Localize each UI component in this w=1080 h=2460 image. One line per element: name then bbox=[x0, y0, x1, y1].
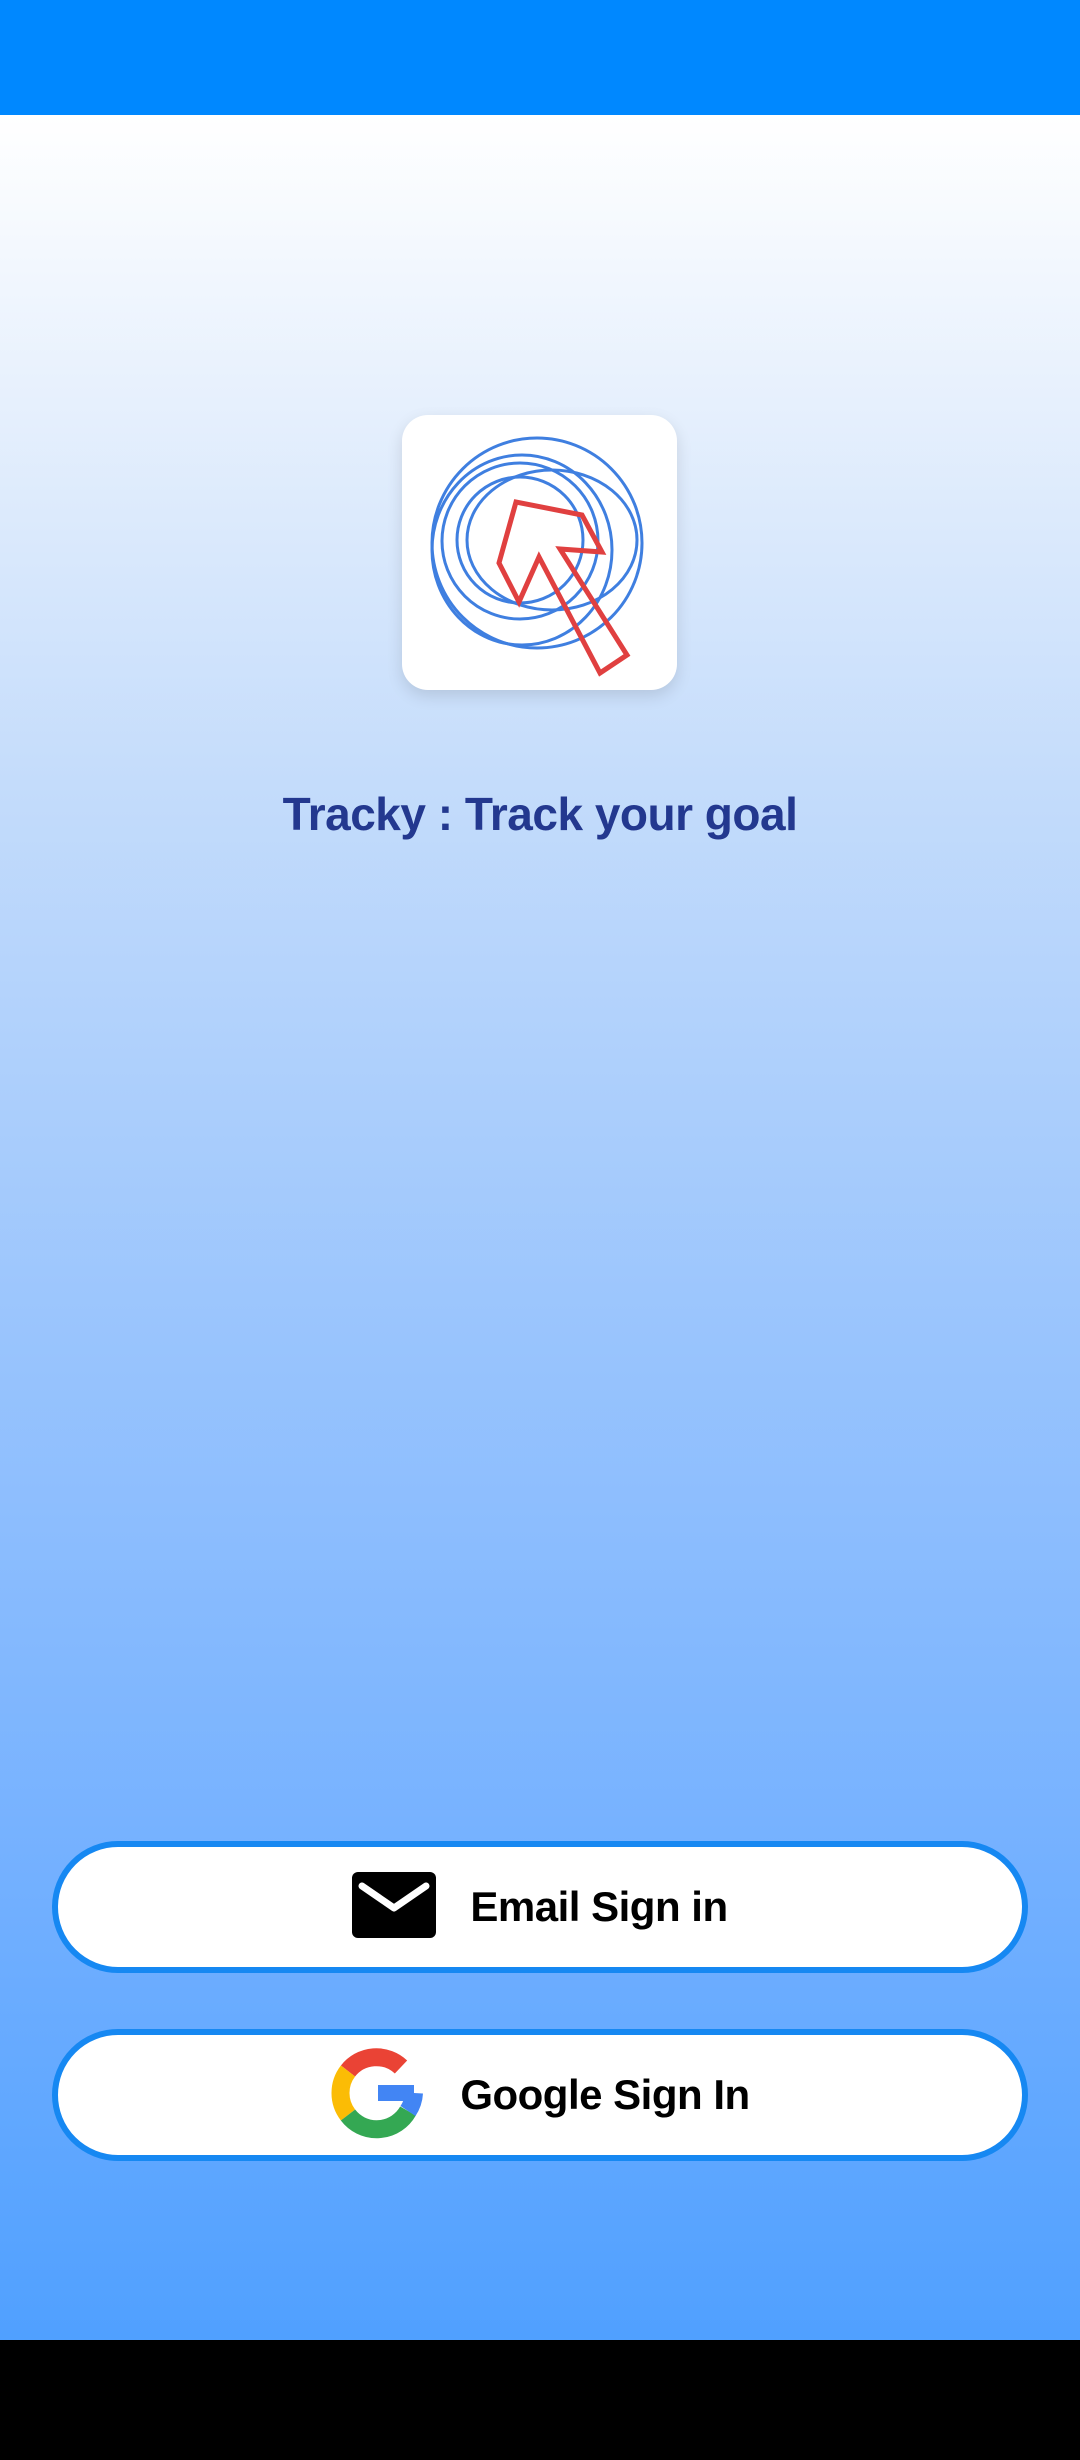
google-g-icon bbox=[330, 2045, 426, 2146]
envelope-icon bbox=[352, 1871, 437, 1943]
navigation-bar bbox=[0, 2340, 1080, 2460]
target-arrow-logo-icon bbox=[430, 436, 644, 677]
google-sign-in-label: Google Sign In bbox=[460, 2071, 750, 2118]
email-sign-in-label: Email Sign in bbox=[470, 1883, 728, 1930]
app-title: Tracky : Track your goal bbox=[282, 788, 798, 840]
app-logo bbox=[402, 415, 677, 690]
email-sign-in-button[interactable]: Email Sign in bbox=[52, 1841, 1028, 1973]
screen: Tracky : Track your goal Email Sign in G… bbox=[0, 0, 1080, 2460]
google-sign-in-button[interactable]: Google Sign In bbox=[52, 2029, 1028, 2161]
status-bar bbox=[0, 0, 1080, 115]
main-content: Tracky : Track your goal Email Sign in G… bbox=[0, 115, 1080, 2340]
